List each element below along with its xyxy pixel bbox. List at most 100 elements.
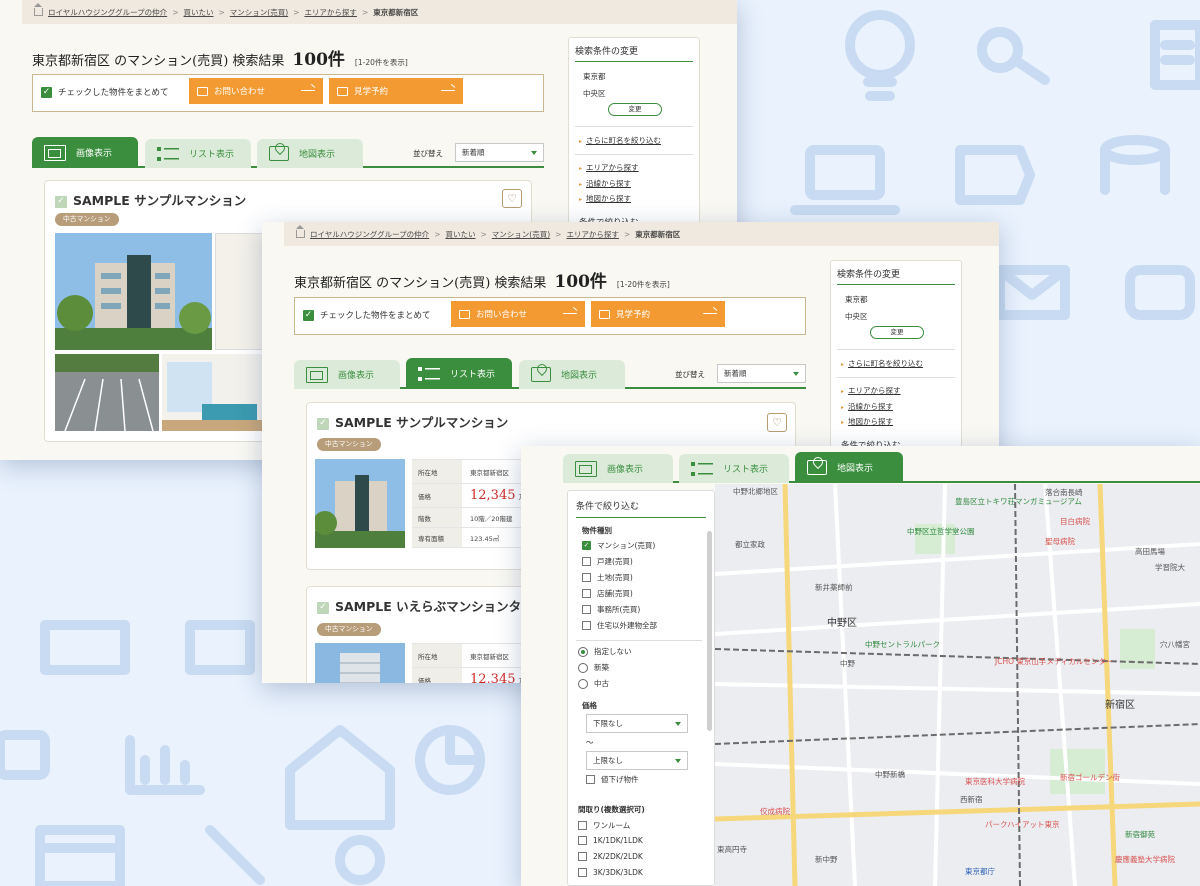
breadcrumb-link[interactable]: エリアから探す — [566, 229, 619, 240]
home-icon[interactable] — [34, 3, 43, 16]
checkbox[interactable] — [586, 775, 595, 784]
map-label: 新中野 — [815, 855, 838, 864]
bulk-check-label[interactable]: ✓ チェックした物件をまとめて — [303, 309, 431, 321]
checkbox[interactable] — [582, 573, 591, 582]
visit-button[interactable]: 見学予約 — [591, 301, 725, 327]
checkbox[interactable] — [582, 605, 591, 614]
listing-name[interactable]: ✓ SAMPLE サンプルマンション — [317, 412, 508, 431]
tower-photo[interactable] — [315, 643, 405, 683]
checkbox[interactable] — [578, 821, 587, 830]
scrollbar[interactable] — [707, 531, 712, 731]
listing-name[interactable]: ✓ SAMPLE いえらぶマンションタワ — [317, 596, 534, 615]
breadcrumb-link[interactable]: ロイヤルハウジンググループの仲介 — [310, 229, 429, 240]
area-search-link[interactable]: エリアから探す — [841, 385, 901, 396]
breadcrumb-link[interactable]: 買いたい — [445, 229, 475, 240]
page-title: 東京都新宿区 のマンション(売買) 検索結果 100件 [1-20件を表示] — [294, 272, 670, 292]
newold-option[interactable]: 中古 — [578, 678, 609, 689]
type-option[interactable]: ✓ マンション(売買) — [582, 540, 655, 551]
building-photo[interactable] — [315, 459, 405, 548]
calendar-icon — [599, 309, 610, 319]
layout-option[interactable]: ワンルーム — [578, 820, 630, 831]
line-search-link[interactable]: 沿線から探す — [841, 401, 893, 412]
narrow-town-link[interactable]: さらに町名を絞り込む — [841, 358, 923, 369]
map-label: 新宿区 — [1105, 700, 1135, 711]
building-photo-art — [55, 233, 212, 350]
breadcrumb-link[interactable]: 買いたい — [183, 7, 213, 18]
view-tabs: 画像表示 リスト表示 地図表示 — [563, 452, 1200, 483]
layout-option[interactable]: 1K/1DK/1LDK — [578, 836, 643, 845]
tab-image[interactable]: 画像表示 — [32, 137, 138, 168]
change-button[interactable]: 変更 — [870, 326, 924, 339]
area-search-link[interactable]: エリアから探す — [579, 162, 639, 173]
type-option[interactable]: 事務所(売買) — [582, 604, 640, 615]
tab-list[interactable]: リスト表示 — [145, 139, 251, 168]
image-icon — [575, 460, 597, 477]
tab-image[interactable]: 画像表示 — [563, 454, 673, 483]
checkbox[interactable] — [582, 621, 591, 630]
check-icon: ✓ — [55, 195, 67, 208]
map-search-link[interactable]: 地図から探す — [841, 416, 893, 427]
sort-select[interactable]: 新着順 — [717, 364, 806, 383]
favorite-heart-icon[interactable]: ♡ — [767, 413, 787, 432]
listing-name[interactable]: ✓ SAMPLE サンプルマンション — [55, 190, 246, 209]
price-min-select[interactable]: 下限なし — [586, 714, 688, 733]
bulk-action-bar: ✓ チェックした物件をまとめて お問い合わせ 見学予約 — [32, 74, 544, 112]
lightbulb-icon — [845, 10, 915, 101]
parking-photo-art — [55, 354, 159, 431]
change-button[interactable]: 変更 — [608, 103, 662, 116]
sort-select[interactable]: 新着順 — [455, 143, 544, 162]
visit-button[interactable]: 見学予約 — [329, 78, 463, 104]
tab-map[interactable]: 地図表示 — [519, 360, 625, 389]
type-option[interactable]: 住宅以外建物全部 — [582, 620, 657, 631]
favorite-heart-icon[interactable]: ♡ — [502, 189, 522, 208]
radio[interactable] — [578, 662, 588, 673]
filter-title: 条件で絞り込む — [576, 499, 706, 518]
bulk-action-bar: ✓ チェックした物件をまとめて お問い合わせ 見学予約 — [294, 297, 806, 335]
newold-option[interactable]: 指定しない — [578, 646, 632, 657]
tab-map[interactable]: 地図表示 — [795, 452, 903, 483]
parking-photo[interactable] — [55, 354, 159, 431]
breadcrumb-link[interactable]: マンション(売買) — [492, 229, 550, 240]
breadcrumb-link[interactable]: マンション(売買) — [230, 7, 288, 18]
checkbox[interactable] — [582, 589, 591, 598]
home-icon[interactable] — [296, 225, 305, 238]
sort-label: 並び替え — [675, 370, 705, 379]
interior-photo[interactable] — [162, 354, 275, 431]
breadcrumb-link[interactable]: ロイヤルハウジンググループの仲介 — [48, 7, 167, 18]
map-label: 新宿御苑 — [1125, 830, 1155, 839]
type-option[interactable]: 戸建(売買) — [582, 556, 633, 567]
narrow-town-link[interactable]: さらに町名を絞り込む — [579, 135, 661, 146]
checkbox[interactable] — [582, 557, 591, 566]
layout-option[interactable]: 2K/2DK/2LDK — [578, 852, 643, 861]
breadcrumb-link[interactable]: エリアから探す — [304, 7, 357, 18]
newold-option[interactable]: 新築 — [578, 662, 609, 673]
inquiry-button[interactable]: お問い合わせ — [451, 301, 585, 327]
map-search-link[interactable]: 地図から探す — [579, 193, 631, 204]
type-badge: 中古マンション — [55, 213, 119, 226]
price-max-select[interactable]: 上限なし — [586, 751, 688, 770]
checkbox[interactable] — [578, 868, 587, 877]
map-label: 目白病院 — [1060, 517, 1090, 526]
tab-map[interactable]: 地図表示 — [257, 139, 363, 168]
building-photo[interactable] — [55, 233, 212, 350]
type-option[interactable]: 店舗(売買) — [582, 588, 633, 599]
condition-pref: 東京都 — [845, 295, 868, 304]
line-search-link[interactable]: 沿線から探す — [579, 178, 631, 189]
price-down-option[interactable]: 値下げ物件 — [586, 774, 639, 785]
inquiry-button[interactable]: お問い合わせ — [189, 78, 323, 104]
checkbox[interactable] — [578, 852, 587, 861]
tab-list[interactable]: リスト表示 — [679, 454, 789, 483]
type-option[interactable]: 土地(売買) — [582, 572, 633, 583]
tab-image[interactable]: 画像表示 — [294, 360, 400, 389]
divider — [837, 349, 955, 350]
bulk-check-label[interactable]: ✓ チェックした物件をまとめて — [41, 86, 169, 98]
breadcrumb-current: 東京都新宿区 — [373, 7, 419, 17]
tab-list[interactable]: リスト表示 — [406, 358, 512, 389]
radio[interactable] — [578, 678, 588, 689]
radio[interactable] — [578, 646, 588, 657]
layout-option[interactable]: 3K/3DK/3LDK — [578, 868, 643, 877]
map-canvas[interactable]: 中野北郷地区 豊島区立トキワ荘マンガミュージアム 落合南長崎 目白病院 都立家政… — [715, 484, 1200, 886]
sidebar-title: 検索条件の変更 — [837, 267, 955, 285]
checkbox[interactable] — [578, 836, 587, 845]
window-icon — [35, 825, 125, 886]
